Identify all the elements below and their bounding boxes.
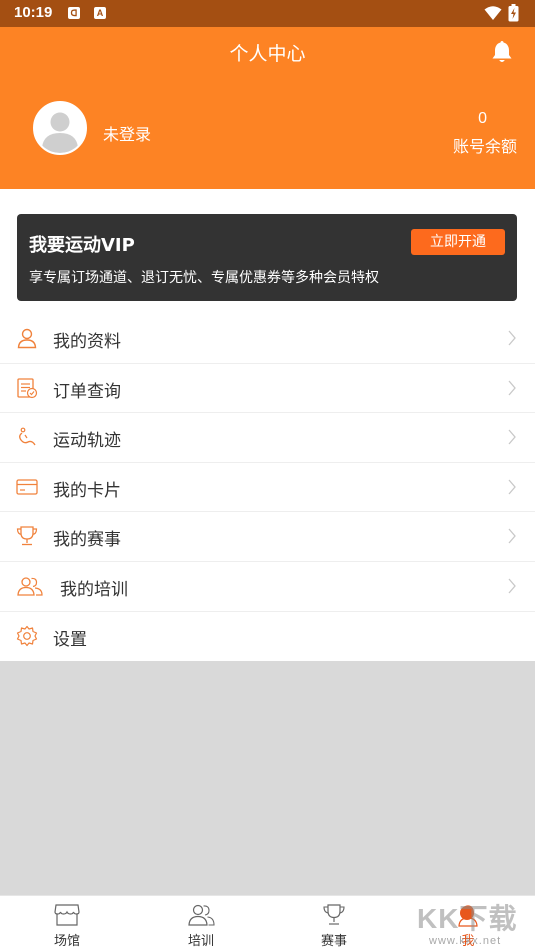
training-icon bbox=[17, 577, 43, 596]
track-icon bbox=[19, 427, 36, 446]
bottom-tab-bar: 场馆 培训 赛事 我 bbox=[0, 895, 535, 951]
tab-badge bbox=[460, 906, 474, 920]
login-status[interactable]: 未登录 bbox=[103, 121, 151, 145]
user-icon bbox=[17, 328, 37, 349]
vip-description: 享专属订场通道、退订无忧、专属优惠券等多种会员特权 bbox=[29, 270, 379, 286]
tab-events[interactable]: 赛事 bbox=[267, 896, 401, 951]
avatar-user-icon bbox=[35, 103, 85, 153]
notification-icon: ᗡ bbox=[68, 7, 80, 19]
trophy-icon bbox=[323, 904, 345, 925]
menu-item-training[interactable]: 我的培训 bbox=[0, 562, 535, 612]
menu-item-label: 我的资料 bbox=[53, 332, 121, 352]
chevron-right-icon bbox=[508, 330, 516, 346]
status-time: 10:19 bbox=[14, 4, 53, 21]
tab-label: 培训 bbox=[187, 934, 214, 949]
chevron-right-icon bbox=[508, 528, 516, 544]
menu-item-label: 运动轨迹 bbox=[53, 431, 121, 452]
balance-value: 0 bbox=[478, 110, 487, 127]
tab-label: 赛事 bbox=[320, 934, 347, 949]
card-icon bbox=[16, 479, 38, 495]
chevron-right-icon bbox=[508, 578, 516, 594]
wifi-icon bbox=[484, 6, 502, 20]
menu-item-label: 我的赛事 bbox=[53, 530, 121, 551]
menu-item-label: 我的卡片 bbox=[53, 480, 121, 501]
status-bar: 10:19 ᗡ A bbox=[0, 0, 535, 27]
balance-label: 账号余额 bbox=[452, 137, 517, 156]
menu-item-label: 订单查询 bbox=[53, 381, 121, 402]
venue-icon bbox=[54, 904, 80, 926]
tab-me[interactable]: 我 bbox=[401, 896, 535, 951]
settings-icon bbox=[16, 625, 38, 646]
menu-item-cards[interactable]: 我的卡片 bbox=[0, 463, 535, 513]
tab-label: 我 bbox=[461, 934, 475, 949]
vip-open-button[interactable]: 立即开通 bbox=[411, 229, 505, 255]
tab-training[interactable]: 培训 bbox=[134, 896, 268, 951]
a-icon: A bbox=[94, 7, 106, 19]
menu-item-track[interactable]: 运动轨迹 bbox=[0, 413, 535, 463]
profile-header: 个人中心 未登录 0 账号余额 bbox=[0, 27, 535, 189]
menu-item-events[interactable]: 我的赛事 bbox=[0, 512, 535, 562]
tab-venue[interactable]: 场馆 bbox=[0, 896, 134, 951]
tab-label: 场馆 bbox=[53, 934, 80, 949]
page-title: 个人中心 bbox=[229, 43, 306, 65]
vip-card[interactable]: 我要运动VIP 立即开通 享专属订场通道、退订无忧、专属优惠券等多种会员特权 bbox=[17, 214, 517, 301]
vip-title: 我要运动VIP bbox=[29, 235, 135, 256]
menu-item-label: 我的培训 bbox=[60, 579, 128, 600]
chevron-right-icon bbox=[508, 479, 516, 495]
menu-item-label: 设置 bbox=[53, 629, 87, 650]
menu-list: 我的资料 订单查询 运动轨迹 我的卡片 我的赛事 我的培训 设置 bbox=[0, 314, 535, 662]
battery-charging-icon bbox=[508, 4, 519, 22]
bell-icon[interactable] bbox=[489, 39, 515, 65]
trophy-icon bbox=[16, 526, 38, 546]
menu-item-settings[interactable]: 设置 bbox=[0, 612, 535, 662]
menu-item-profile[interactable]: 我的资料 bbox=[0, 314, 535, 364]
avatar[interactable] bbox=[33, 101, 87, 155]
chevron-right-icon bbox=[508, 429, 516, 445]
chevron-right-icon bbox=[508, 380, 516, 396]
menu-item-orders[interactable]: 订单查询 bbox=[0, 364, 535, 414]
vip-section: 我要运动VIP 立即开通 享专属订场通道、退订无忧、专属优惠券等多种会员特权 bbox=[0, 189, 535, 314]
order-icon bbox=[17, 377, 38, 398]
training-icon bbox=[188, 904, 215, 926]
